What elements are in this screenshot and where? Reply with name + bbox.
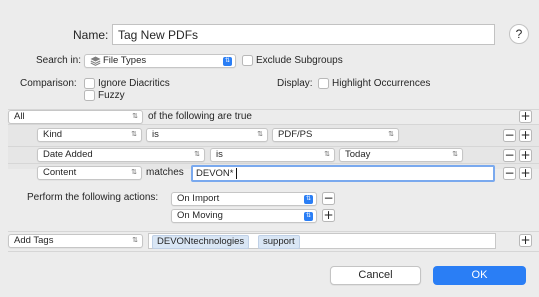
search-in-popup[interactable]: File Types ⇅ [84,54,236,68]
comparison-label: Comparison: [20,78,77,89]
chevron-updown-icon: ⇅ [388,131,394,138]
criterion-value: PDF/PS [278,129,313,140]
add-criterion-button[interactable]: + [519,167,532,180]
ok-label: OK [471,269,488,281]
minus-icon: − [504,166,515,180]
criterion-field-value: Kind [43,129,63,140]
trigger-popup[interactable]: On Moving ⇅ [171,209,317,223]
minus-icon: − [323,191,334,205]
plus-icon: + [323,208,334,222]
remove-criterion-button[interactable]: − [503,149,516,162]
ok-button[interactable]: OK [433,266,526,285]
separator [8,231,539,232]
chevron-updown-icon: ⇅ [223,56,232,66]
add-criterion-button[interactable]: + [519,110,532,123]
chevron-updown-icon: ⇅ [257,131,263,138]
action-type-value: Add Tags [14,235,54,246]
separator [8,251,539,252]
remove-criterion-button[interactable]: − [503,129,516,142]
criterion-operator-value: is [152,129,159,140]
name-field[interactable]: Tag New PDFs [112,24,495,45]
minus-icon: − [504,128,515,142]
match-quantifier-value: All [14,111,25,122]
text-cursor [236,168,237,179]
add-action-button[interactable]: + [519,234,532,247]
plus-icon: + [520,148,531,162]
fuzzy-label: Fuzzy [98,90,125,101]
separator [8,163,539,164]
criterion-value-popup[interactable]: PDF/PS ⇅ [272,128,399,142]
add-criterion-button[interactable]: + [519,149,532,162]
cancel-button[interactable]: Cancel [330,266,421,285]
fuzzy-checkbox[interactable] [84,90,95,101]
action-type-popup[interactable]: Add Tags ⇅ [8,234,143,248]
plus-icon: + [520,233,531,247]
trigger-value: On Moving [177,210,223,221]
trigger-popup[interactable]: On Import ⇅ [171,192,317,206]
add-trigger-button[interactable]: + [322,209,335,222]
search-in-label: Search in: [36,55,82,66]
criterion-field-popup[interactable]: Content ⇅ [37,166,142,180]
stack-icon [90,56,101,66]
plus-icon: + [520,166,531,180]
match-suffix: of the following are true [148,111,252,122]
trigger-value: On Import [177,193,220,204]
criterion-operator-value: is [216,149,223,160]
criterion-field-popup[interactable]: Kind ⇅ [37,128,142,142]
exclude-subgroups-checkbox[interactable] [242,55,253,66]
criterion-operator-popup[interactable]: is ⇅ [146,128,268,142]
highlight-occurrences-checkbox[interactable] [318,78,329,89]
chevron-updown-icon: ⇅ [324,151,330,158]
criterion-operator-label: matches [146,167,184,178]
chevron-updown-icon: ⇅ [131,131,137,138]
criterion-operator-popup[interactable]: is ⇅ [210,148,335,162]
highlight-occurrences-label: Highlight Occurrences [332,78,431,89]
name-label: Name: [73,28,109,42]
criterion-value-text: DEVON* [196,168,234,179]
display-label: Display: [277,78,313,89]
plus-icon: + [520,109,531,123]
chevron-updown-icon: ⇅ [452,151,458,158]
actions-label: Perform the following actions: [27,192,159,203]
criterion-field-value: Content [43,167,77,178]
criterion-value-field[interactable]: DEVON* [191,165,495,182]
chevron-updown-icon: ⇅ [304,211,313,221]
name-field-value: Tag New PDFs [118,28,199,42]
chevron-updown-icon: ⇅ [194,151,200,158]
minus-icon: − [504,148,515,162]
plus-icon: + [520,128,531,142]
criterion-value: Today [345,149,371,160]
add-criterion-button[interactable]: + [519,129,532,142]
criterion-field-value: Date Added [43,149,93,160]
help-button[interactable]: ? [509,24,529,44]
chevron-updown-icon: ⇅ [132,113,138,120]
criterion-field-popup[interactable]: Date Added ⇅ [37,148,205,162]
chevron-updown-icon: ⇅ [131,169,137,176]
remove-trigger-button[interactable]: − [322,192,335,205]
chevron-updown-icon: ⇅ [132,237,138,244]
help-icon: ? [515,27,523,41]
match-quantifier-popup[interactable]: All ⇅ [8,110,143,124]
tag-token[interactable]: DEVONtechnologies [152,235,250,249]
criterion-value-popup[interactable]: Today ⇅ [339,148,463,162]
search-in-value: File Types [103,55,147,66]
exclude-subgroups-label: Exclude Subgroups [256,55,343,66]
remove-criterion-button[interactable]: − [503,167,516,180]
tag-token[interactable]: support [258,235,300,249]
cancel-label: Cancel [358,269,393,281]
ignore-diacritics-checkbox[interactable] [84,78,95,89]
chevron-updown-icon: ⇅ [304,194,313,204]
